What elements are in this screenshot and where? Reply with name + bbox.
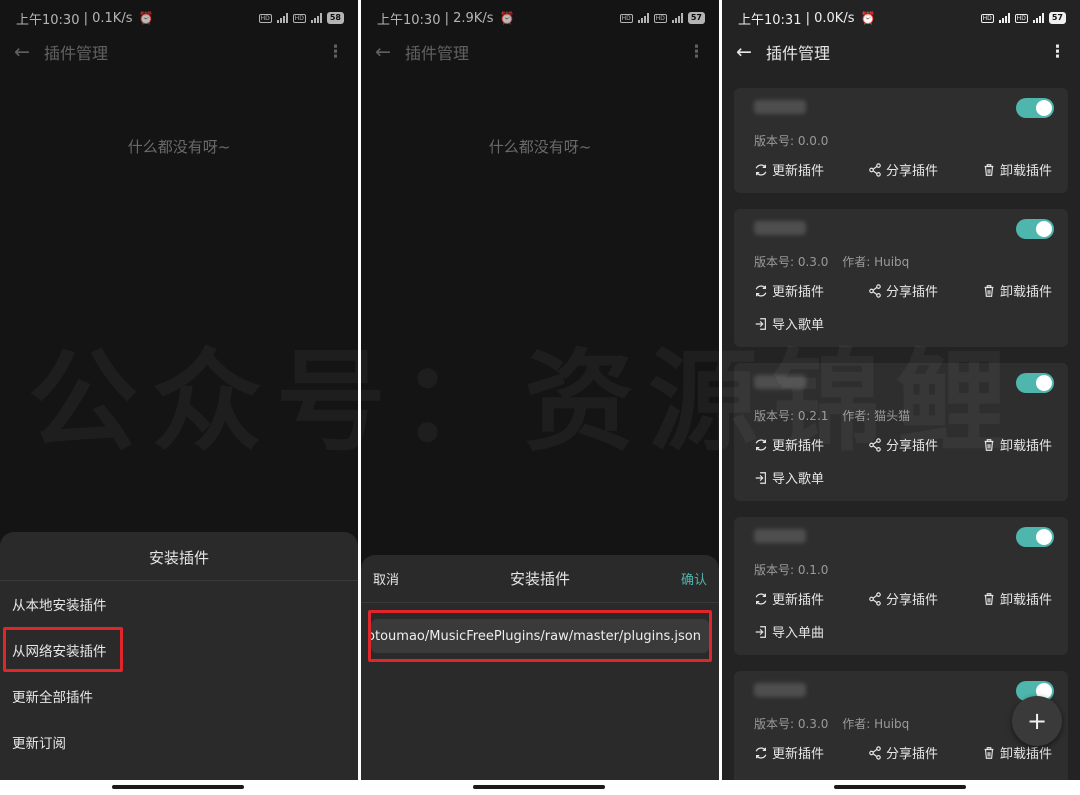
plugin-meta: 版本号: 0.2.1 作者: 猫头猫	[754, 407, 910, 424]
sheet-title: 安装插件	[0, 532, 358, 581]
plugin-name-blurred	[754, 100, 806, 114]
uninstall-plugin-button[interactable]: 卸载插件	[982, 435, 1052, 454]
share-plugin-button[interactable]: 分享插件	[868, 589, 938, 608]
screen-install-menu: 上午10:30 | 0.1K/s ⏰ HD HD 58 ← 插件管理 ⋮ 什么都…	[0, 0, 358, 780]
plugin-meta: 版本号: 0.1.0	[754, 561, 838, 578]
import-icon	[755, 625, 766, 638]
plugin-actions: 更新插件 分享插件 卸载插件	[754, 743, 1052, 762]
plugin-version: 版本号: 0.3.0	[754, 255, 829, 269]
home-indicator	[112, 785, 244, 789]
more-options-icon[interactable]: ⋮	[1049, 42, 1066, 62]
plugin-name-blurred	[754, 529, 806, 543]
update-plugin-button[interactable]: 更新插件	[754, 589, 824, 608]
network-speed: 0.0K/s	[814, 10, 855, 26]
plugin-actions: 更新插件 分享插件 卸载插件	[754, 160, 1052, 179]
status-icons: HD HD 57	[980, 12, 1066, 24]
plugin-card: 版本号: 0.0.0 更新插件 分享插件 卸载插件	[734, 88, 1068, 193]
plugin-version: 版本号: 0.1.0	[754, 563, 829, 577]
trash-icon	[984, 592, 994, 605]
update-plugin-button[interactable]: 更新插件	[754, 281, 824, 300]
import-playlist-button[interactable]: 导入歌单	[754, 468, 824, 487]
import-icon	[755, 317, 766, 330]
plugin-card: 版本号: 0.2.1 作者: 猫头猫 更新插件 分享插件 卸载插件 导入歌单	[734, 363, 1068, 501]
plugin-meta: 版本号: 0.0.0	[754, 132, 838, 149]
plugin-version: 版本号: 0.3.0	[754, 717, 829, 731]
highlight-box	[3, 627, 123, 672]
refresh-icon	[755, 746, 767, 759]
page-title: 插件管理	[766, 44, 831, 63]
app-bar: ← 插件管理 ⋮	[722, 36, 1080, 68]
plugin-author: 作者: Huibq	[842, 255, 910, 269]
sheet-header: 取消 安装插件 确认	[361, 555, 719, 603]
uninstall-plugin-button[interactable]: 卸载插件	[982, 589, 1052, 608]
plugin-meta: 版本号: 0.3.0 作者: Huibq	[754, 715, 909, 732]
network-install-sheet: 取消 安装插件 确认 otoumao/MusicFreePlugins/raw/…	[361, 555, 719, 780]
alarm-icon: ⏰	[860, 11, 876, 25]
share-icon	[869, 745, 881, 760]
trash-icon	[984, 163, 994, 176]
add-plugin-button[interactable]: +	[1012, 696, 1062, 746]
plugin-card: 版本号: 0.3.0 作者: Huibq 更新插件 分享插件 卸载插件 导入歌单	[734, 209, 1068, 347]
share-icon	[869, 437, 881, 452]
trash-icon	[984, 438, 994, 451]
update-plugin-button[interactable]: 更新插件	[754, 435, 824, 454]
plugin-actions: 更新插件 分享插件 卸载插件	[754, 281, 1052, 300]
uninstall-plugin-button[interactable]: 卸载插件	[982, 160, 1052, 179]
plugin-enable-toggle[interactable]	[1016, 98, 1054, 118]
home-indicator	[473, 785, 605, 789]
refresh-icon	[755, 438, 767, 451]
status-time: 上午10:31	[738, 12, 802, 28]
plugin-author: 作者: Huibq	[842, 717, 910, 731]
home-indicator	[834, 785, 966, 789]
plugin-name-blurred	[754, 221, 806, 235]
plugin-author: 作者: 猫头猫	[842, 409, 911, 423]
highlight-box	[368, 610, 712, 662]
uninstall-plugin-button[interactable]: 卸载插件	[982, 281, 1052, 300]
share-plugin-button[interactable]: 分享插件	[868, 281, 938, 300]
signal-icon	[998, 13, 1010, 23]
hd-icon: HD	[980, 13, 994, 23]
trash-icon	[984, 284, 994, 297]
plugin-enable-toggle[interactable]	[1016, 373, 1054, 393]
plugin-enable-toggle[interactable]	[1016, 527, 1054, 547]
plugin-meta: 版本号: 0.3.0 作者: Huibq	[754, 253, 909, 270]
share-icon	[869, 591, 881, 606]
share-plugin-button[interactable]: 分享插件	[868, 160, 938, 179]
import-playlist-button[interactable]: 导入歌单	[754, 314, 824, 333]
refresh-icon	[755, 163, 767, 176]
share-plugin-button[interactable]: 分享插件	[868, 435, 938, 454]
refresh-icon	[755, 592, 767, 605]
hd-icon: HD	[1014, 13, 1028, 23]
plugin-enable-toggle[interactable]	[1016, 219, 1054, 239]
screen-plugin-list: 上午10:31 | 0.0K/s ⏰ HD HD 57 ← 插件管理 ⋮ 版本号…	[722, 0, 1080, 780]
update-plugin-button[interactable]: 更新插件	[754, 160, 824, 179]
share-icon	[869, 162, 881, 177]
update-plugin-button[interactable]: 更新插件	[754, 743, 824, 762]
share-icon	[869, 283, 881, 298]
plugin-actions: 更新插件 分享插件 卸载插件	[754, 589, 1052, 608]
update-subscription-item[interactable]: 更新订阅	[0, 719, 358, 765]
sheet-title: 安装插件	[509, 570, 570, 588]
signal-icon	[1032, 13, 1044, 23]
confirm-button[interactable]: 确认	[681, 569, 707, 588]
refresh-icon	[755, 284, 767, 297]
trash-icon	[984, 746, 994, 759]
import-icon	[755, 471, 766, 484]
share-plugin-button[interactable]: 分享插件	[868, 743, 938, 762]
plugin-version: 版本号: 0.0.0	[754, 134, 829, 148]
import-single-button[interactable]: 导入单曲	[754, 622, 824, 641]
install-local-item[interactable]: 从本地安装插件	[0, 581, 358, 627]
status-bar: 上午10:31 | 0.0K/s ⏰ HD HD 57	[722, 0, 1080, 36]
back-arrow-icon[interactable]: ←	[736, 41, 764, 63]
update-all-item[interactable]: 更新全部插件	[0, 673, 358, 719]
cancel-button[interactable]: 取消	[373, 569, 399, 588]
plugin-actions: 更新插件 分享插件 卸载插件	[754, 435, 1052, 454]
plugin-card: 版本号: 0.1.0 更新插件 分享插件 卸载插件 导入单曲	[734, 517, 1068, 655]
uninstall-plugin-button[interactable]: 卸载插件	[982, 743, 1052, 762]
plugin-name-blurred	[754, 375, 806, 389]
plugin-name-blurred	[754, 683, 806, 697]
battery-icon: 57	[1048, 12, 1066, 24]
plugin-version: 版本号: 0.2.1	[754, 409, 829, 423]
screen-network-install: 上午10:30 | 2.9K/s ⏰ HD HD 57 ← 插件管理 ⋮ 什么都…	[361, 0, 719, 780]
